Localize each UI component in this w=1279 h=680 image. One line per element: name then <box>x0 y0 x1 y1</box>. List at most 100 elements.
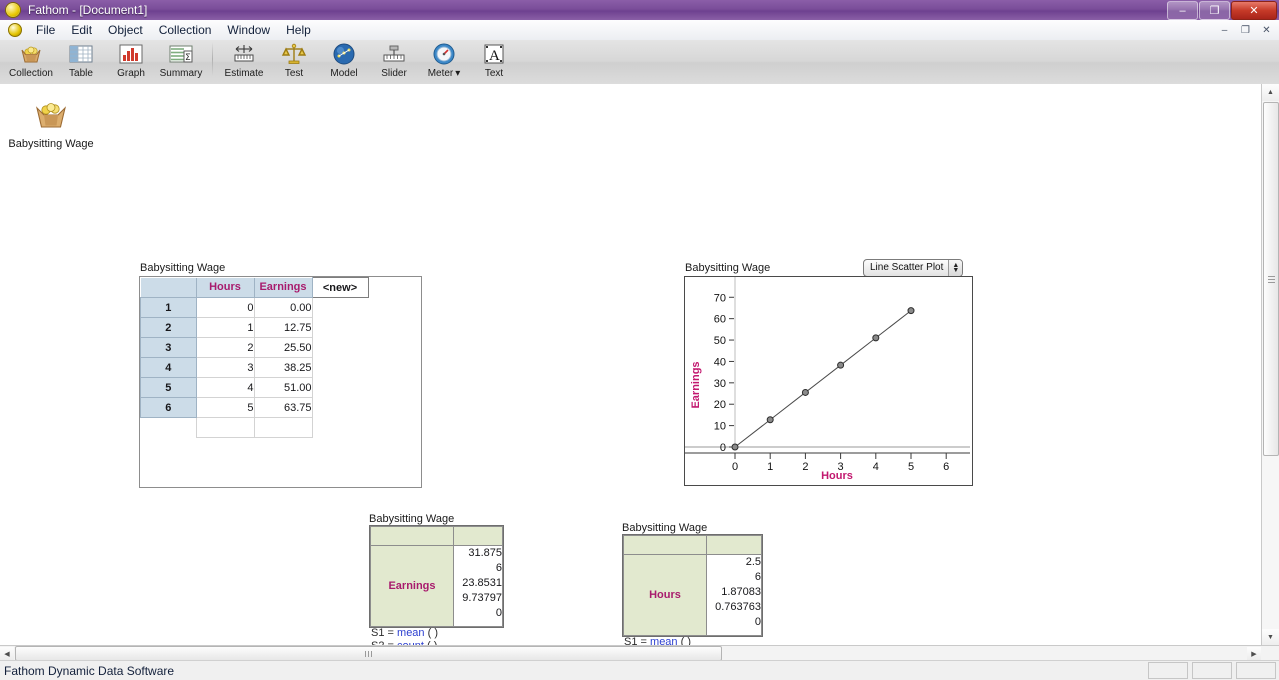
row-index[interactable]: 4 <box>140 357 197 378</box>
menu-item-file[interactable]: File <box>28 21 63 39</box>
cell-spacer <box>312 378 368 398</box>
title-bar: Fathom - [Document1] – ❐ ✕ <box>0 0 1279 21</box>
plot-canvas[interactable]: 010203040506070 0123456 Earnings Hours <box>685 277 970 483</box>
scroll-up-button[interactable]: ▲ <box>1262 84 1279 101</box>
table-row[interactable]: 4 3 38.25 <box>140 357 369 378</box>
column-header-new[interactable]: <new> <box>311 277 369 298</box>
cell-earnings-empty[interactable] <box>253 417 313 438</box>
cell-earnings[interactable]: 63.75 <box>253 397 313 418</box>
spinner-down-icon[interactable]: ▼ <box>952 267 959 274</box>
row-index[interactable]: 2 <box>140 317 197 338</box>
table-row-empty[interactable] <box>141 417 369 438</box>
cell-earnings[interactable]: 51.00 <box>253 377 313 398</box>
table-row[interactable]: 5 4 51.00 <box>140 377 369 398</box>
menu-item-object[interactable]: Object <box>100 21 151 39</box>
toolbar-button-estimate[interactable]: Estimate <box>219 40 269 79</box>
column-header-earnings[interactable]: Earnings <box>253 277 313 298</box>
table-row[interactable]: 3 2 25.50 <box>140 337 369 358</box>
cell-earnings[interactable]: 0.00 <box>253 297 313 318</box>
y-tick-label: 60 <box>714 314 726 326</box>
cell-hours[interactable]: 3 <box>195 357 255 378</box>
cell-hours-empty[interactable] <box>195 417 255 438</box>
formula-row-s1[interactable]: S1 = mean ( ) <box>371 627 491 640</box>
formula-fn[interactable]: mean <box>397 627 425 639</box>
restore-button[interactable]: ❐ <box>1199 1 1230 20</box>
menu-item-help[interactable]: Help <box>278 21 319 39</box>
toolbar-button-graph[interactable]: Graph <box>106 40 156 79</box>
summary-corner-cell[interactable] <box>370 526 454 546</box>
data-point[interactable] <box>872 334 880 342</box>
cell-hours[interactable]: 4 <box>195 377 255 398</box>
row-index[interactable]: 1 <box>140 297 197 318</box>
menu-item-collection[interactable]: Collection <box>151 21 220 39</box>
document-workspace[interactable]: Babysitting Wage Babysitting Wage Hours … <box>0 84 1263 646</box>
toolbar-button-summary[interactable]: Σ Summary <box>156 40 206 79</box>
toolbar-label-table: Table <box>69 68 93 79</box>
toolbar-button-test[interactable]: Test <box>269 40 319 79</box>
summary-body-row: Earnings 31.875 6 23.8531 9.73797 0 <box>370 545 503 627</box>
close-button[interactable]: ✕ <box>1231 1 1277 20</box>
scatter-plot-graph[interactable]: 0 10 20 30 40 50 60 70 0123456 Earnings Hours <box>684 276 973 486</box>
collection-object-babysitting-wage[interactable]: Babysitting Wage <box>8 100 94 150</box>
mdi-close-button[interactable]: ✕ <box>1257 22 1276 39</box>
row-index[interactable]: 6 <box>140 397 197 418</box>
summary-attribute-earnings[interactable]: Earnings <box>370 545 454 627</box>
status-bar: Fathom Dynamic Data Software <box>0 660 1279 680</box>
summary-corner-cell[interactable] <box>623 535 707 555</box>
cell-hours[interactable]: 2 <box>195 337 255 358</box>
data-point[interactable] <box>731 443 739 451</box>
scroll-down-button[interactable]: ▼ <box>1262 629 1279 646</box>
menu-item-edit[interactable]: Edit <box>63 21 100 39</box>
row-index[interactable]: 5 <box>140 377 197 398</box>
summary-table-earnings[interactable]: Earnings 31.875 6 23.8531 9.73797 0 <box>369 525 504 628</box>
toolbar-button-slider[interactable]: Slider <box>369 40 419 79</box>
vertical-scrollbar[interactable]: ▲ ▼ <box>1261 84 1279 646</box>
summary-values-hours[interactable]: 2.5 6 1.87083 0.763763 0 <box>706 554 762 636</box>
y-tick-label: 10 <box>714 421 726 433</box>
menu-item-window[interactable]: Window <box>219 21 278 39</box>
cell-hours[interactable]: 1 <box>195 317 255 338</box>
cell-earnings[interactable]: 38.25 <box>253 357 313 378</box>
summary-header-cell[interactable] <box>706 535 762 555</box>
case-table[interactable]: Hours Earnings <new> 1 0 0.00 2 1 12.75 <box>139 276 422 488</box>
data-point[interactable] <box>801 388 809 396</box>
toolbar-button-meter[interactable]: Meter ▾ <box>419 40 469 79</box>
table-row[interactable]: 6 5 63.75 <box>140 397 369 418</box>
summary-value-count: 6 <box>495 562 502 574</box>
status-bar-text: Fathom Dynamic Data Software <box>4 663 175 678</box>
summary-attribute-hours[interactable]: Hours <box>623 554 707 636</box>
summary-header-row <box>370 526 503 546</box>
data-point[interactable] <box>907 307 915 315</box>
cell-earnings[interactable]: 12.75 <box>253 317 313 338</box>
cell-hours[interactable]: 5 <box>195 397 255 418</box>
scroll-right-button[interactable]: ▶ <box>1247 647 1261 660</box>
toolbar-separator-1 <box>212 42 213 76</box>
toolbar-button-collection[interactable]: Collection <box>6 40 56 79</box>
chevron-down-icon[interactable]: ▾ <box>455 68 460 79</box>
mdi-restore-button[interactable]: ❐ <box>1236 22 1255 39</box>
summary-sigma-icon: Σ <box>168 41 194 67</box>
table-corner-cell[interactable] <box>140 277 197 298</box>
scroll-left-button[interactable]: ◀ <box>0 647 14 660</box>
horizontal-scrollbar[interactable]: ◀ ▶ <box>0 645 1279 661</box>
column-header-hours[interactable]: Hours <box>195 277 255 298</box>
cell-earnings[interactable]: 25.50 <box>253 337 313 358</box>
summary-header-cell[interactable] <box>453 526 503 546</box>
data-point[interactable] <box>766 416 774 424</box>
row-index[interactable]: 3 <box>140 337 197 358</box>
spinner-arrows-icon[interactable]: ▲ ▼ <box>948 260 963 276</box>
minimize-button[interactable]: – <box>1167 1 1198 20</box>
plot-type-dropdown[interactable]: Line Scatter Plot ▲ ▼ <box>863 259 964 277</box>
summary-values-earnings[interactable]: 31.875 6 23.8531 9.73797 0 <box>453 545 503 627</box>
vertical-scroll-thumb[interactable] <box>1263 102 1279 456</box>
cell-hours[interactable]: 0 <box>195 297 255 318</box>
toolbar-button-model[interactable]: Model <box>319 40 369 79</box>
toolbar-button-text[interactable]: A Text <box>469 40 519 79</box>
toolbar-button-table[interactable]: Table <box>56 40 106 79</box>
mdi-minimize-button[interactable]: – <box>1215 22 1234 39</box>
summary-table-hours[interactable]: Hours 2.5 6 1.87083 0.763763 0 <box>622 534 763 637</box>
table-row[interactable]: 2 1 12.75 <box>140 317 369 338</box>
horizontal-scroll-thumb[interactable] <box>15 646 722 661</box>
table-row[interactable]: 1 0 0.00 <box>140 297 369 318</box>
data-point[interactable] <box>837 361 845 369</box>
